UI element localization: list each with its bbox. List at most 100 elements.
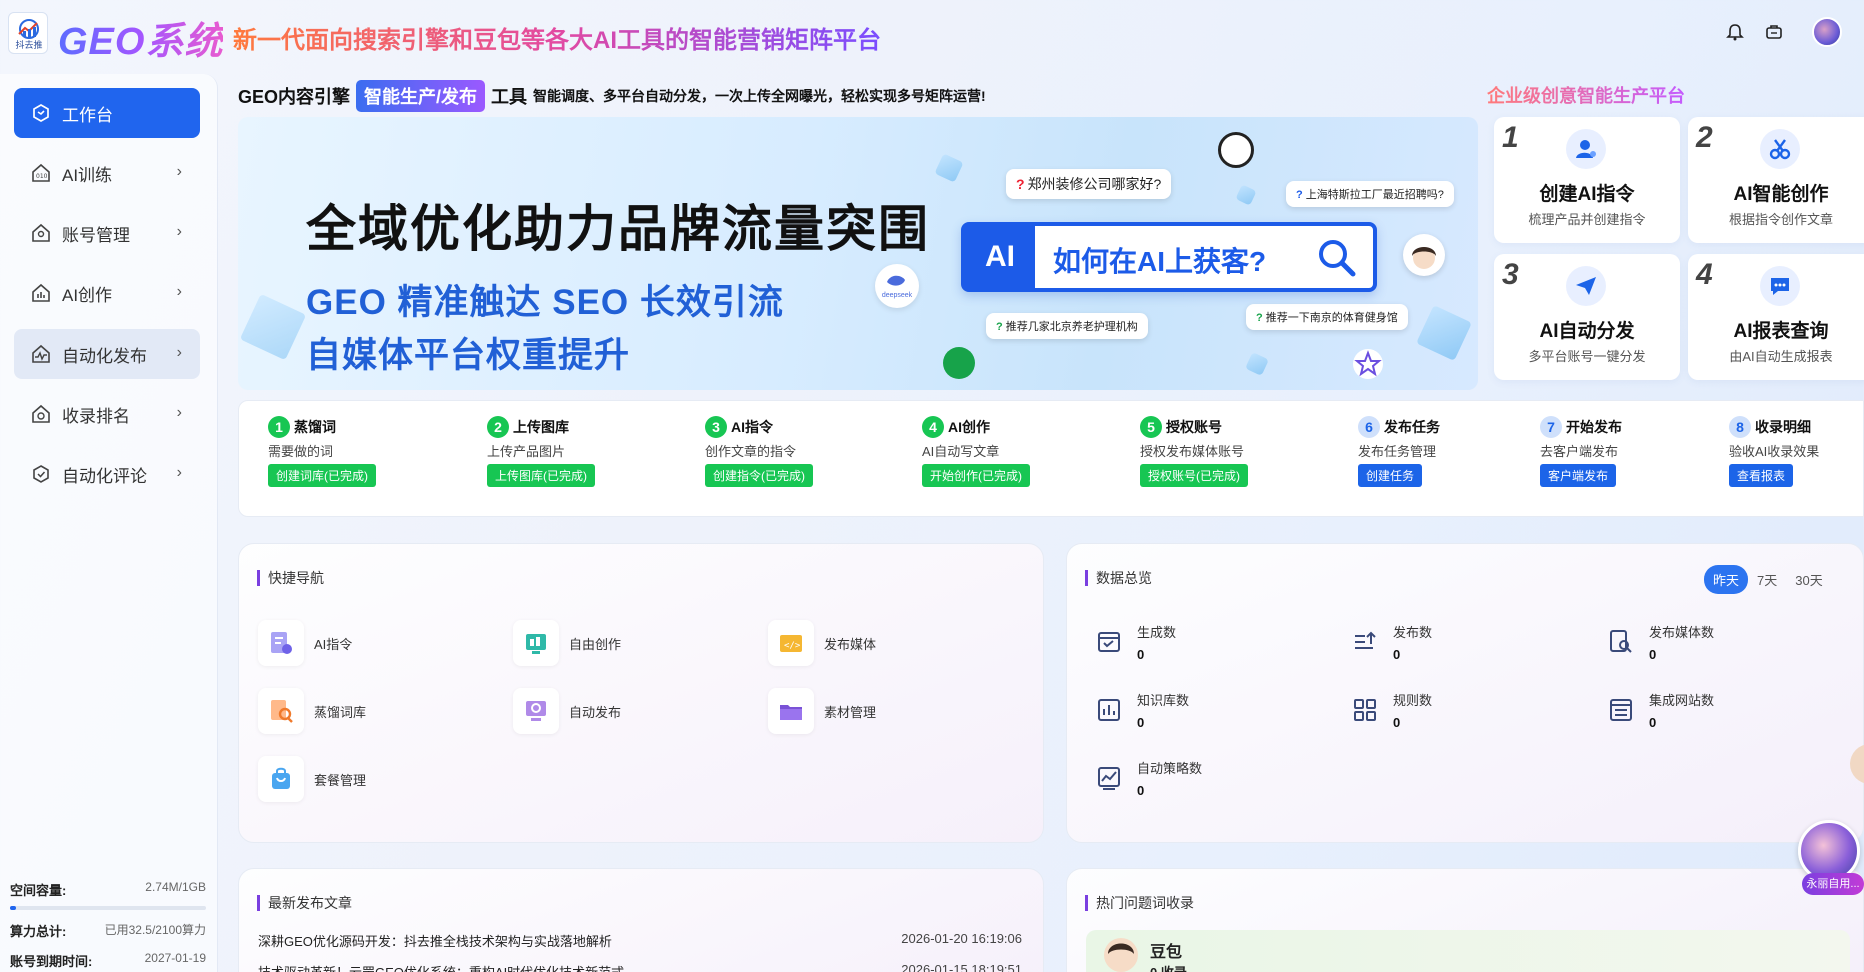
code-folder-icon: </> [768,620,814,666]
storage-row: 空间容量: 2.74M/1GB [10,880,206,899]
step-number: 4 [1696,258,1713,291]
user-avatar[interactable] [1812,17,1842,47]
workflow-step-desc: 验收AI收录效果 [1729,444,1820,459]
stat-value: 0 [1137,715,1145,730]
step-subtitle: 由AI自动生成报表 [1729,349,1833,364]
question-bubble: ? 上海特斯拉工厂最近招聘吗? [1286,181,1454,207]
bell-icon[interactable] [1723,20,1747,44]
search-ai-label: AI [965,226,1035,288]
storage-label: 空间容量: [10,883,67,898]
sidebar-item-auto-publish[interactable]: 自动化发布 › [14,329,200,379]
brand-title: GEO系统 [58,10,223,65]
engine-tag: 智能生产/发布 [356,80,486,112]
workflow-step-desc: 授权发布媒体账号 [1140,444,1245,459]
sidebar-item-auto-comment[interactable]: 自动化评论 › [14,449,200,499]
top-bar: 抖去推 GEO系统 新一代面向搜索引擎和豆包等各大AI工具的智能营销矩阵平台 [0,0,1864,68]
decor-cube [1416,305,1472,361]
workflow-step-button[interactable]: 客户端发布 [1540,464,1617,487]
briefcase-icon[interactable] [1762,20,1786,44]
sidebar-item-label: 工作台 [62,105,113,125]
sidebar-item-account[interactable]: 账号管理 › [14,208,200,258]
chevron-right-icon: › [176,344,182,361]
workflow-step-button[interactable]: 创建指令(已完成) [705,464,813,487]
step-card-create-command[interactable]: 1 创建AI指令 梳理产品并创建指令 [1494,117,1680,243]
engine-desc: 智能调度、多平台自动分发，一次上传全网曝光，轻松实现多号矩阵运营! [533,88,986,104]
range-tab-30d[interactable]: 30天 [1786,565,1831,594]
quick-nav-publish-media[interactable]: </> 发布媒体 [768,618,988,668]
quick-nav-free-create[interactable]: 自由创作 [513,618,733,668]
bag-icon [258,756,304,802]
stat-label: 知识库数 [1137,693,1190,708]
stat-item: 知识库数 0 [1093,690,1293,734]
workflow-step-button[interactable]: 开始创作(已完成) [922,464,1030,487]
quick-nav-auto-publish[interactable]: 自动发布 [513,686,733,736]
stat-label: 生成数 [1137,625,1177,640]
bar-chart-icon [1093,694,1125,726]
quick-nav-distill-words[interactable]: 蒸馏词库 [258,686,478,736]
engine-prefix: GEO内容引擎 [238,87,351,107]
workflow-step-number: 8 [1729,416,1751,438]
sidebar-item-ai-training[interactable]: 010 AI训练 › [14,148,200,198]
question-bubble: ? 郑州装修公司哪家好? [1006,169,1172,199]
workflow-step-title: AI指令 [731,419,773,435]
workflow-step-title: 上传图库 [513,419,569,435]
workflow-step-button[interactable]: 查看报表 [1729,464,1794,487]
quick-nav-package[interactable]: 套餐管理 [258,754,478,804]
quick-nav-label: AI指令 [314,636,353,652]
sidebar-item-label: 账号管理 [62,225,130,245]
quick-nav-materials[interactable]: 素材管理 [768,686,988,736]
workflow-step: 2 上传图库 上传产品图片 上传图库(已完成) [487,416,667,487]
workflow-step-title: 收录明细 [1755,419,1811,435]
step-card-auto-distribute[interactable]: 3 AI自动分发 多平台账号一键分发 [1494,254,1680,380]
panel-title: 数据总览 [1085,570,1152,586]
stat-item: 集成网站数 0 [1605,690,1805,734]
workflow-step-button[interactable]: 创建词库(已完成) [268,464,376,487]
step-card-report[interactable]: 4 AI报表查询 由AI自动生成报表 [1688,254,1864,380]
workflow-step-button[interactable]: 创建任务 [1358,464,1423,487]
pulse-icon [30,343,52,365]
expire-row: 账号到期时间: 2027-01-19 [10,951,206,970]
article-row[interactable]: 技术驱动革新！云罡GEO优化系统：重构AI时代优化技术新范式 2026-01-1… [258,962,1022,972]
hero-banner[interactable]: 全域优化助力品牌流量突围 GEO 精准触达 SEO 长效引流 自媒体平台权重提升… [238,117,1478,390]
workflow-step-button[interactable]: 上传图库(已完成) [487,464,595,487]
logo[interactable]: 抖去推 [8,12,48,54]
stat-label: 自动策略数 [1137,761,1203,776]
panel-title: 热门问题词收录 [1085,895,1194,911]
workflow-step: 1 蒸馏词 需要做的词 创建词库(已完成) [268,416,448,487]
stat-value: 0 [1649,647,1657,662]
stat-item: 规则数 0 [1349,690,1549,734]
stat-value: 0 [1393,647,1401,662]
workflow-step-number: 5 [1140,416,1162,438]
quick-nav-label: 套餐管理 [314,772,367,788]
workflow-step-header: 6 发布任务 [1358,416,1538,438]
step-card-ai-create[interactable]: 2 AI智能创作 根据指令创作文章 [1688,117,1864,243]
stat-item: 发布数 0 [1349,622,1549,666]
engine-suffix: 工具 [491,87,528,107]
step-subtitle: 梳理产品并创建指令 [1528,212,1646,227]
ai-house-icon: 010 [30,162,52,184]
range-tab-yesterday[interactable]: 昨天 [1704,565,1749,594]
range-tab-7d[interactable]: 7天 [1748,565,1786,594]
banner-title: 全域优化助力品牌流量突围 [306,201,930,257]
logo-chart-icon [18,19,39,39]
floating-assistant-label[interactable]: 永丽自用... [1802,873,1864,895]
sidebar-item-ai-create[interactable]: AI创作 › [14,268,200,318]
workflow-step-header: 8 收录明细 [1729,416,1864,438]
article-date: 2026-01-15 18:19:51 [901,962,1022,972]
hot-question-item[interactable]: 豆包 0 收录 [1086,930,1850,972]
workflow-step-number: 3 [705,416,727,438]
compute-row: 算力总计: 已用32.5/2100算力 [10,921,206,940]
banner-subtitle-2: 自媒体平台权重提升 [306,336,631,375]
quick-nav-ai-command[interactable]: AI指令 [258,618,478,668]
workflow-step: 3 AI指令 创作文章的指令 创建指令(已完成) [705,416,885,487]
sidebar-item-ranking[interactable]: 收录排名 › [14,389,200,439]
workflow-step-button[interactable]: 授权账号(已完成) [1140,464,1248,487]
step-number: 1 [1502,121,1519,154]
sidebar-item-workbench[interactable]: 工作台 [14,88,200,138]
latest-articles-panel: 最新发布文章 [238,868,1044,972]
stat-value: 0 [1649,715,1657,730]
workflow-step: 8 收录明细验收AI收录效果查看报表 [1729,416,1864,487]
article-row[interactable]: 深耕GEO优化源码开发：抖去推全栈技术架构与实战落地解析 2026-01-20 … [258,931,1022,950]
banner-search-box: AI 如何在AI上获客? [961,222,1377,292]
quick-nav-label: 蒸馏词库 [314,704,367,720]
